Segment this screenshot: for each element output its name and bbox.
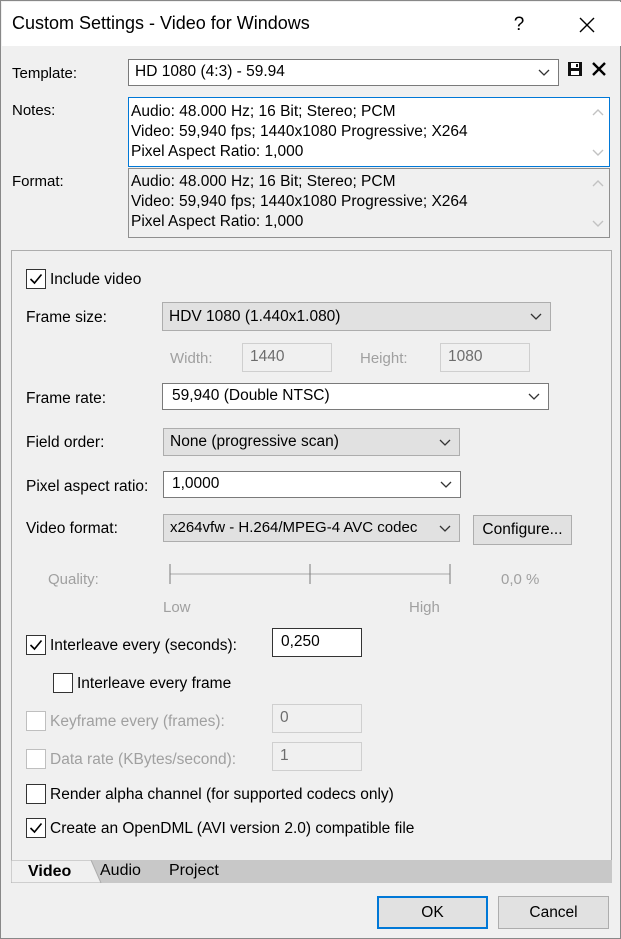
- frame-size-value: HDV 1080 (1.440x1.080): [169, 308, 341, 325]
- quality-slider-track: [169, 564, 451, 584]
- delete-template-button[interactable]: [590, 60, 608, 78]
- frame-rate-select[interactable]: 59,940 (Double NTSC): [162, 383, 549, 410]
- dialog-window: Custom Settings - Video for Windows ? Te…: [0, 0, 621, 939]
- width-input: 1440: [242, 343, 332, 372]
- tab-project[interactable]: Project: [169, 862, 219, 880]
- format-line: Video: 59,940 fps; 1440x1080 Progressive…: [131, 193, 468, 210]
- frame-size-select[interactable]: HDV 1080 (1.440x1.080): [162, 302, 551, 331]
- keyframe-label: Keyframe every (frames):: [50, 713, 225, 730]
- quality-high-label: High: [409, 599, 440, 616]
- opendml-checkbox[interactable]: [26, 818, 46, 838]
- template-label: Template:: [12, 65, 78, 82]
- tab-video-label: Video: [28, 863, 72, 880]
- notes-line: Pixel Aspect Ratio: 1,000: [131, 143, 304, 160]
- window-title: Custom Settings - Video for Windows: [12, 13, 310, 33]
- format-line: Audio: 48.000 Hz; 16 Bit; Stereo; PCM: [131, 173, 396, 190]
- interleave-input[interactable]: 0,250: [272, 628, 362, 657]
- data-rate-input: 1: [272, 742, 362, 771]
- keyframe-value: 0: [280, 709, 289, 726]
- data-rate-value: 1: [280, 747, 289, 764]
- opendml-label: Create an OpenDML (AVI version 2.0) comp…: [50, 820, 415, 837]
- format-textarea: Audio: 48.000 Hz; 16 Bit; Stereo; PCM Vi…: [128, 168, 610, 238]
- interleave-every-frame-label: Interleave every frame: [77, 675, 232, 692]
- field-order-select[interactable]: None (progressive scan): [163, 428, 460, 456]
- notes-scrollbar[interactable]: [587, 98, 609, 166]
- quality-label: Quality:: [48, 571, 99, 588]
- cancel-button[interactable]: Cancel: [498, 896, 609, 929]
- data-rate-label: Data rate (KBytes/second):: [50, 751, 237, 768]
- tab-audio[interactable]: Audio: [100, 862, 141, 880]
- notes-line: Audio: 48.000 Hz; 16 Bit; Stereo; PCM: [131, 103, 396, 120]
- ok-button[interactable]: OK: [377, 896, 488, 929]
- format-label: Format:: [12, 173, 64, 190]
- keyframe-input: 0: [272, 704, 362, 733]
- data-rate-checkbox[interactable]: [26, 749, 46, 769]
- scroll-down-icon: [592, 220, 604, 227]
- chevron-down-icon: [530, 313, 542, 320]
- chevron-down-icon: [538, 69, 550, 76]
- checkmark-icon: [29, 822, 43, 834]
- keyframe-checkbox[interactable]: [26, 711, 46, 731]
- help-button[interactable]: ?: [507, 10, 531, 40]
- frame-size-label: Frame size:: [26, 309, 107, 326]
- close-button[interactable]: [570, 8, 604, 42]
- chevron-down-icon: [440, 481, 452, 488]
- template-value: HD 1080 (4:3) - 59.94: [135, 63, 285, 80]
- width-value: 1440: [250, 348, 285, 365]
- quality-slider: [166, 561, 456, 587]
- frame-rate-label: Frame rate:: [26, 390, 107, 407]
- checkmark-icon: [29, 273, 43, 285]
- field-order-label: Field order:: [26, 434, 105, 451]
- close-icon: [579, 17, 595, 33]
- notes-textarea[interactable]: Audio: 48.000 Hz; 16 Bit; Stereo; PCM Vi…: [128, 97, 610, 167]
- chevron-down-icon: [439, 439, 451, 446]
- frame-rate-value: 59,940 (Double NTSC): [172, 387, 330, 404]
- template-select[interactable]: HD 1080 (4:3) - 59.94: [128, 59, 559, 86]
- include-video-checkbox[interactable]: [26, 269, 46, 289]
- delete-x-icon: [592, 62, 606, 76]
- pixel-aspect-ratio-value: 1,0000: [172, 475, 220, 492]
- render-alpha-label: Render alpha channel (for supported code…: [50, 786, 394, 803]
- pixel-aspect-ratio-label: Pixel aspect ratio:: [26, 478, 149, 495]
- interleave-value: 0,250: [281, 633, 320, 650]
- format-scrollbar[interactable]: [587, 169, 609, 237]
- scroll-up-icon: [592, 109, 604, 116]
- scroll-up-icon: [592, 180, 604, 187]
- quality-value: 0,0 %: [501, 571, 540, 588]
- save-template-button[interactable]: [567, 61, 583, 77]
- interleave-checkbox[interactable]: [26, 635, 46, 655]
- render-alpha-checkbox[interactable]: [26, 784, 46, 804]
- height-value: 1080: [448, 348, 483, 365]
- video-format-label: Video format:: [26, 520, 118, 537]
- title-bar: Custom Settings - Video for Windows ?: [2, 2, 621, 46]
- notes-label: Notes:: [12, 102, 56, 119]
- height-input: 1080: [440, 343, 530, 372]
- include-video-label: Include video: [50, 271, 142, 288]
- chevron-down-icon: [528, 393, 540, 400]
- video-format-value: x264vfw - H.264/MPEG-4 AVC codec: [170, 519, 418, 536]
- video-format-select[interactable]: x264vfw - H.264/MPEG-4 AVC codec: [163, 514, 460, 542]
- configure-button[interactable]: Configure...: [473, 515, 572, 545]
- height-label: Height:: [360, 350, 408, 367]
- interleave-every-frame-checkbox[interactable]: [53, 673, 73, 693]
- notes-line: Video: 59,940 fps; 1440x1080 Progressive…: [131, 123, 468, 140]
- width-label: Width:: [170, 350, 213, 367]
- checkmark-icon: [29, 639, 43, 651]
- chevron-down-icon: [439, 525, 451, 532]
- interleave-label: Interleave every (seconds):: [50, 637, 237, 654]
- pixel-aspect-ratio-select[interactable]: 1,0000: [163, 471, 461, 498]
- format-line: Pixel Aspect Ratio: 1,000: [131, 213, 304, 230]
- quality-low-label: Low: [163, 599, 191, 616]
- scroll-down-icon: [592, 149, 604, 156]
- field-order-value: None (progressive scan): [170, 433, 339, 450]
- save-disk-icon: [568, 62, 582, 76]
- tab-video[interactable]: Video: [11, 860, 102, 883]
